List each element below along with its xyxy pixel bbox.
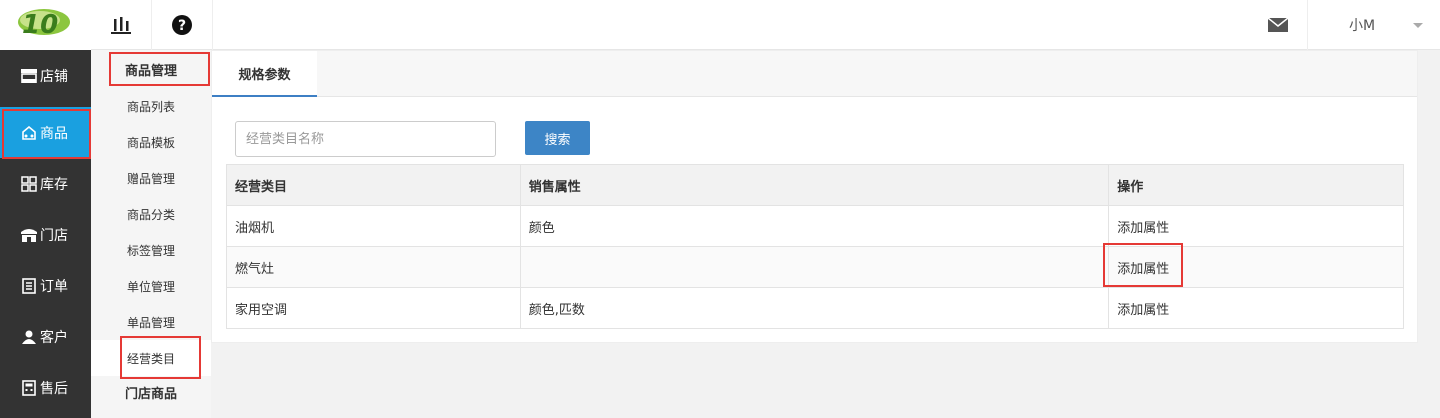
sidebar-item-label: 售后 bbox=[40, 380, 68, 397]
service-icon bbox=[21, 379, 37, 396]
add-attribute-link[interactable]: 添加属性 bbox=[1108, 205, 1404, 247]
stats-button[interactable] bbox=[91, 0, 152, 50]
subnav-item-unit-management[interactable]: 单位管理 bbox=[91, 268, 211, 304]
svg-text:?: ? bbox=[178, 18, 186, 34]
cell-category: 家用空调 bbox=[226, 287, 521, 329]
subnav-item-goods-template[interactable]: 商品模板 bbox=[91, 124, 211, 160]
tab-spec-params[interactable]: 规格参数 bbox=[212, 51, 317, 97]
sidebar-item-orders[interactable]: 订单 bbox=[0, 260, 91, 311]
sidebar-item-label: 客户 bbox=[40, 329, 68, 346]
subnav-section-title: 商品管理 bbox=[124, 63, 177, 79]
column-header-sales-attribute: 销售属性 bbox=[519, 164, 1110, 206]
logo-text: 10 bbox=[22, 10, 58, 40]
chevron-down-icon bbox=[1413, 22, 1424, 28]
bar-chart-icon bbox=[111, 17, 131, 34]
shop-icon bbox=[21, 227, 37, 243]
store-icon bbox=[21, 68, 37, 84]
grid-icon bbox=[21, 175, 37, 192]
sidebar-item-label: 库存 bbox=[40, 176, 68, 193]
category-table: 经营类目 销售属性 操作 油烟机 颜色 添加属性 燃气灶 添加属性 家用空调 颜… bbox=[226, 164, 1404, 329]
search-input[interactable] bbox=[235, 121, 496, 157]
sidebar-item-store[interactable]: 店铺 bbox=[0, 50, 91, 101]
add-attribute-link[interactable]: 添加属性 bbox=[1108, 287, 1404, 329]
subnav-item-gift-management[interactable]: 赠品管理 bbox=[91, 160, 211, 196]
subnav-item-sku-management[interactable]: 单品管理 bbox=[91, 304, 211, 340]
cell-category: 油烟机 bbox=[226, 205, 521, 247]
order-icon bbox=[21, 277, 37, 294]
cell-sales-attribute: 颜色,匹数 bbox=[519, 287, 1110, 329]
sub-sidebar: 商品管理 商品列表 商品模板 赠品管理 商品分类 标签管理 单位管理 单品管理 … bbox=[91, 50, 211, 418]
goods-icon bbox=[21, 125, 37, 141]
column-header-category: 经营类目 bbox=[226, 164, 521, 206]
sidebar-item-label: 门店 bbox=[40, 227, 68, 244]
question-circle-icon: ? bbox=[172, 15, 192, 35]
table-row: 油烟机 颜色 添加属性 bbox=[226, 205, 1404, 247]
tab-bar: 规格参数 bbox=[212, 51, 1417, 97]
column-header-actions: 操作 bbox=[1108, 164, 1404, 206]
table-header-row: 经营类目 销售属性 操作 bbox=[226, 164, 1404, 206]
mail-icon bbox=[1267, 18, 1288, 32]
subnav-item-goods-category[interactable]: 商品分类 bbox=[91, 196, 211, 232]
main-sidebar: 店铺 商品 库存 门店 订单 客户 售后 bbox=[0, 50, 91, 418]
add-attribute-link[interactable]: 添加属性 bbox=[1108, 246, 1404, 288]
sidebar-item-label: 店铺 bbox=[40, 68, 68, 85]
top-bar: 10 ? 小M bbox=[0, 0, 1440, 50]
sidebar-item-customers[interactable]: 客户 bbox=[0, 311, 91, 362]
sidebar-item-goods[interactable]: 商品 bbox=[0, 107, 91, 158]
logo-graphic: 10 bbox=[18, 9, 70, 40]
sidebar-item-label: 商品 bbox=[40, 125, 68, 142]
subnav-section-title-store-goods: 门店商品 bbox=[124, 386, 177, 402]
subnav-item-business-category[interactable]: 经营类目 bbox=[91, 340, 211, 376]
messages-button[interactable] bbox=[1248, 0, 1308, 50]
cell-sales-attribute: 颜色 bbox=[519, 205, 1110, 247]
help-button[interactable]: ? bbox=[152, 0, 213, 50]
cell-category: 燃气灶 bbox=[226, 246, 521, 288]
table-row: 燃气灶 添加属性 bbox=[226, 246, 1404, 288]
sidebar-item-inventory[interactable]: 库存 bbox=[0, 158, 91, 209]
cell-sales-attribute bbox=[519, 246, 1110, 288]
user-name: 小M bbox=[1349, 18, 1376, 34]
subnav-item-tag-management[interactable]: 标签管理 bbox=[91, 232, 211, 268]
subnav-item-goods-list[interactable]: 商品列表 bbox=[91, 88, 211, 124]
table-row: 家用空调 颜色,匹数 添加属性 bbox=[226, 287, 1404, 329]
user-menu[interactable]: 小M bbox=[1308, 0, 1440, 50]
sidebar-item-shop[interactable]: 门店 bbox=[0, 209, 91, 260]
sidebar-item-after-sales[interactable]: 售后 bbox=[0, 362, 91, 413]
app-logo[interactable]: 10 bbox=[0, 0, 91, 50]
sidebar-item-label: 订单 bbox=[40, 278, 68, 295]
user-icon bbox=[21, 329, 37, 345]
main-panel: 规格参数 搜索 经营类目 销售属性 操作 油烟机 颜色 添加属性 燃气灶 添加属… bbox=[211, 50, 1418, 343]
search-button[interactable]: 搜索 bbox=[525, 121, 590, 155]
